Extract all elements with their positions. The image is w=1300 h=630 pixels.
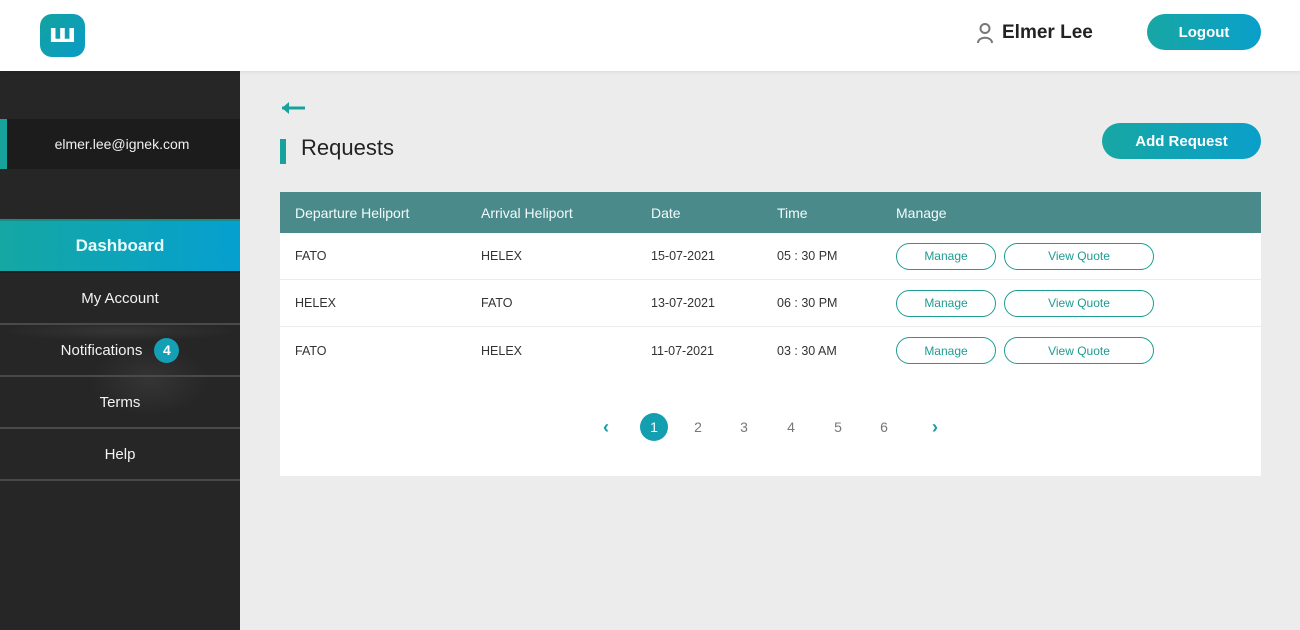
sidebar-item-help[interactable]: Help bbox=[0, 429, 240, 481]
column-header-time: Time bbox=[777, 204, 808, 221]
cell-time: 05 : 30 PM bbox=[777, 249, 838, 263]
back-arrow-icon[interactable] bbox=[280, 99, 308, 117]
title-accent-bar bbox=[280, 139, 286, 164]
logout-button[interactable]: Logout bbox=[1147, 14, 1261, 50]
sidebar-item-label: Notifications bbox=[60, 341, 143, 359]
cell-actions: Manage View Quote bbox=[896, 289, 1261, 317]
main-content: Requests Add Request Departure Heliport … bbox=[240, 71, 1300, 630]
email-accent-bar bbox=[0, 119, 7, 169]
user-icon bbox=[977, 23, 993, 44]
manage-button[interactable]: Manage bbox=[896, 337, 996, 364]
table-row: FATO HELEX 15-07-2021 05 : 30 PM Manage … bbox=[280, 233, 1261, 280]
cell-arrival: FATO bbox=[481, 296, 513, 310]
cell-time: 03 : 30 AM bbox=[777, 343, 837, 358]
table-row: HELEX FATO 13-07-2021 06 : 30 PM Manage … bbox=[280, 280, 1261, 327]
notification-count-badge: 4 bbox=[154, 337, 180, 363]
sidebar-nav: Dashboard My Account Notifications 4 Ter… bbox=[0, 219, 240, 481]
sidebar-item-terms[interactable]: Terms bbox=[0, 377, 240, 429]
cell-arrival: HELEX bbox=[481, 249, 522, 263]
sidebar-item-label: Terms bbox=[99, 393, 141, 411]
pagination-page-6[interactable]: 6 bbox=[870, 413, 898, 441]
pagination-next-icon[interactable]: › bbox=[921, 413, 949, 441]
add-request-button[interactable]: Add Request bbox=[1102, 123, 1261, 159]
user-email-row: elmer.lee@ignek.com bbox=[0, 119, 240, 169]
sidebar-item-label: My Account bbox=[81, 289, 159, 307]
view-quote-button[interactable]: View Quote bbox=[1004, 242, 1154, 270]
cell-time: 06 : 30 PM bbox=[777, 296, 838, 310]
table-row: FATO HELEX 11-07-2021 03 : 30 AM Manage … bbox=[280, 327, 1261, 374]
view-quote-button[interactable]: View Quote bbox=[1004, 289, 1154, 317]
cell-date: 11-07-2021 bbox=[651, 343, 715, 358]
pagination: ‹ 1 2 3 4 5 6 › bbox=[280, 413, 1261, 441]
pagination-page-4[interactable]: 4 bbox=[777, 413, 805, 441]
top-bar: ш Elmer Lee Logout bbox=[0, 0, 1300, 71]
sidebar-item-label: Dashboard bbox=[75, 236, 165, 255]
sidebar-item-dashboard[interactable]: Dashboard bbox=[0, 219, 240, 271]
column-header-date: Date bbox=[651, 204, 681, 221]
pagination-page-2[interactable]: 2 bbox=[684, 413, 712, 441]
column-header-departure: Departure Heliport bbox=[295, 204, 410, 221]
manage-button[interactable]: Manage bbox=[896, 289, 996, 317]
cell-arrival: HELEX bbox=[481, 343, 522, 358]
page-title: Requests bbox=[301, 135, 394, 160]
user-email: elmer.lee@ignek.com bbox=[54, 136, 190, 152]
column-header-arrival: Arrival Heliport bbox=[481, 204, 573, 221]
cell-date: 15-07-2021 bbox=[651, 249, 715, 263]
cell-departure: FATO bbox=[295, 249, 327, 263]
view-quote-button[interactable]: View Quote bbox=[1004, 337, 1154, 364]
pagination-page-5[interactable]: 5 bbox=[824, 413, 852, 441]
pagination-page-1[interactable]: 1 bbox=[640, 413, 668, 441]
manage-button[interactable]: Manage bbox=[896, 242, 996, 270]
cell-date: 13-07-2021 bbox=[651, 296, 715, 310]
sidebar: elmer.lee@ignek.com Dashboard My Account… bbox=[0, 71, 240, 630]
sidebar-item-my-account[interactable]: My Account bbox=[0, 271, 240, 325]
app-logo[interactable]: ш bbox=[40, 14, 85, 57]
pagination-prev-icon[interactable]: ‹ bbox=[592, 413, 620, 441]
user-name: Elmer Lee bbox=[1002, 22, 1093, 43]
pagination-page-3[interactable]: 3 bbox=[730, 413, 758, 441]
cell-actions: Manage View Quote bbox=[896, 337, 1261, 364]
sidebar-item-label: Help bbox=[104, 445, 136, 463]
logo-icon: ш bbox=[48, 18, 77, 49]
cell-departure: HELEX bbox=[295, 296, 336, 310]
cell-actions: Manage View Quote bbox=[896, 242, 1261, 270]
requests-table-card: Departure Heliport Arrival Heliport Date… bbox=[280, 192, 1261, 476]
sidebar-item-notifications[interactable]: Notifications 4 bbox=[0, 325, 240, 377]
table-header: Departure Heliport Arrival Heliport Date… bbox=[280, 192, 1261, 233]
column-header-manage: Manage bbox=[896, 204, 947, 221]
user-info: Elmer Lee bbox=[976, 20, 1093, 46]
cell-departure: FATO bbox=[295, 343, 327, 358]
